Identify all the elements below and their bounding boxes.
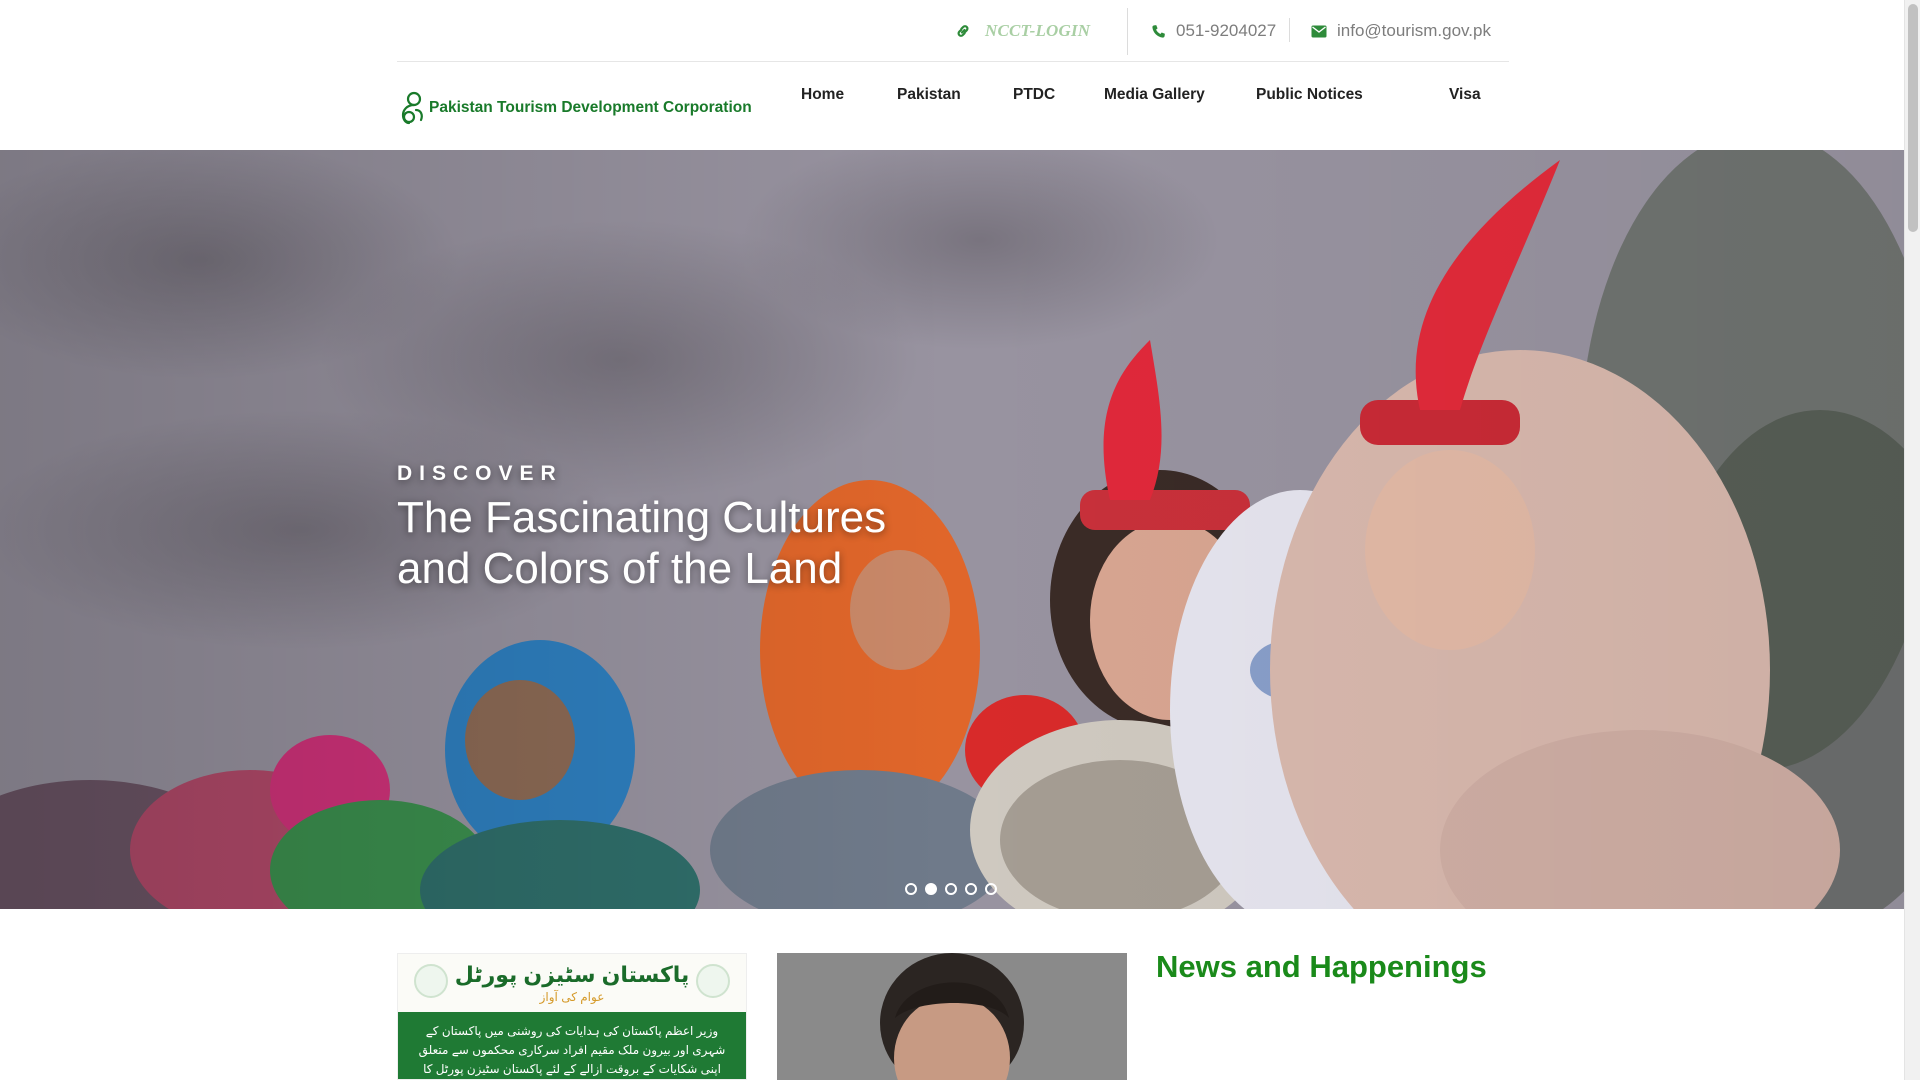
nav-item-ptdc[interactable]: PTDC <box>1013 86 1055 104</box>
slider-dot[interactable] <box>965 883 977 895</box>
hero-slider[interactable]: DISCOVER The Fascinating Cultures and Co… <box>0 150 1904 909</box>
slider-dot[interactable] <box>905 883 917 895</box>
slider-dot[interactable] <box>945 883 957 895</box>
topbar-divider <box>1127 8 1128 55</box>
portal-description: وزیر اعظم پاکستان کی ہدایات کی روشنی میں… <box>398 1012 746 1079</box>
page-scrollbar[interactable] <box>1904 0 1920 1080</box>
email-contact[interactable]: info@tourism.gov.pk <box>1311 19 1491 43</box>
citizen-portal-banner[interactable]: پاکستان سٹیزن پورٹل عوام کی آواز وزیر اع… <box>397 953 747 1080</box>
top-contact-bar: NCCT-LOGIN 051-9204027 info@tourism.gov.… <box>397 0 1509 62</box>
profile-photo <box>777 953 1127 1080</box>
topbar-divider <box>1289 18 1290 42</box>
email-address: info@tourism.gov.pk <box>1337 21 1491 40</box>
hero-kicker: DISCOVER <box>397 462 563 485</box>
hero-caption: DISCOVER The Fascinating Cultures and Co… <box>397 462 957 594</box>
ncct-login-link[interactable]: NCCT-LOGIN <box>955 19 1090 43</box>
link-icon <box>955 23 971 39</box>
ptdc-logo-icon <box>397 90 427 126</box>
portal-title: پاکستان سٹیزن پورٹل <box>454 962 690 987</box>
nav-item-pakistan[interactable]: Pakistan <box>897 86 961 104</box>
hero-title: The Fascinating Cultures and Colors of t… <box>397 493 887 593</box>
slider-dot-active[interactable] <box>925 883 937 895</box>
portal-subtitle: عوام کی آواز <box>539 990 605 1004</box>
nav-item-media-gallery[interactable]: Media Gallery <box>1104 86 1205 104</box>
ncct-login-label: NCCT-LOGIN <box>985 21 1091 40</box>
phone-number: 051-9204027 <box>1176 21 1277 40</box>
news-heading: News and Happenings <box>1156 949 1487 984</box>
scrollbar-thumb[interactable] <box>1908 4 1918 232</box>
site-header: Pakistan Tourism Development Corporation… <box>0 62 1904 150</box>
phone-contact[interactable]: 051-9204027 <box>1151 19 1276 43</box>
slider-dots <box>905 883 997 895</box>
nav-item-home[interactable]: Home <box>801 86 844 104</box>
envelope-icon <box>1311 25 1327 38</box>
brand-name: Pakistan Tourism Development Corporation <box>429 99 752 116</box>
phone-icon <box>1151 24 1166 39</box>
government-emblem-icon <box>696 964 730 998</box>
portal-banner-header: پاکستان سٹیزن پورٹل عوام کی آواز <box>398 954 746 1012</box>
nav-item-visa[interactable]: Visa <box>1449 86 1481 104</box>
brand-home-link[interactable]: Pakistan Tourism Development Corporation <box>397 90 752 126</box>
profile-photo-card[interactable] <box>777 953 1127 1080</box>
slider-dot[interactable] <box>985 883 997 895</box>
nav-item-public-notices[interactable]: Public Notices <box>1256 86 1363 104</box>
